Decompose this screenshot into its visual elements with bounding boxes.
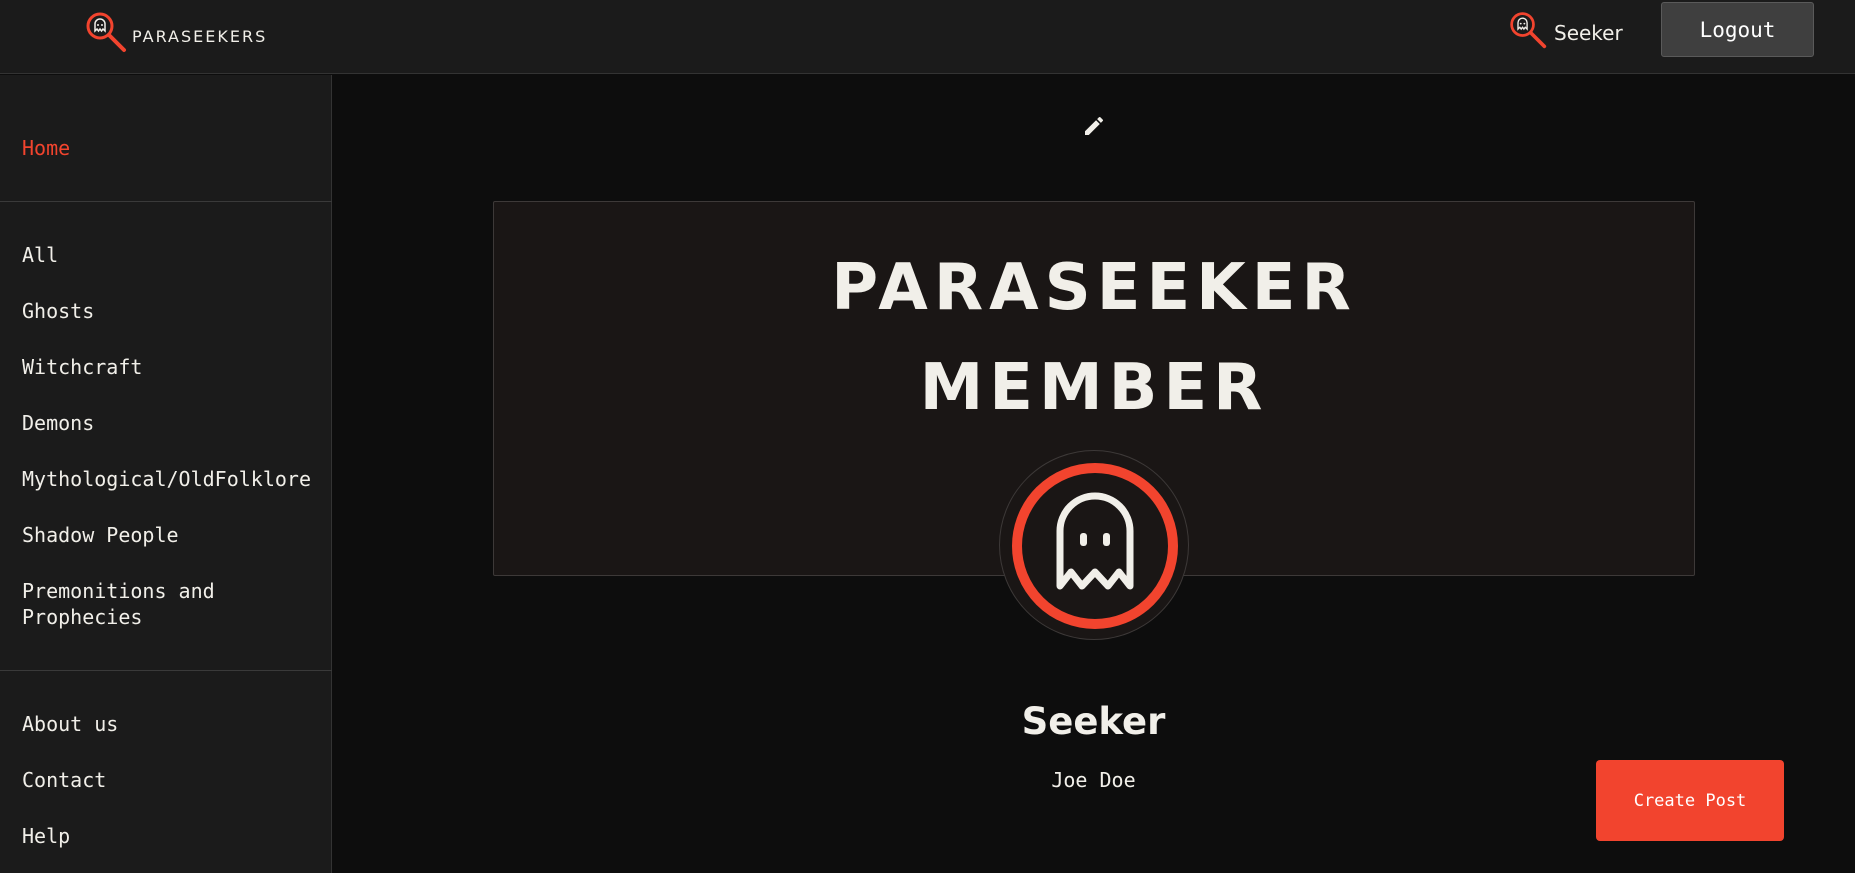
- sidebar-item-all[interactable]: All: [22, 242, 322, 268]
- profile-full-name: Joe Doe: [1051, 768, 1136, 792]
- sidebar-item-ghosts[interactable]: Ghosts: [22, 298, 322, 324]
- create-post-button[interactable]: Create Post: [1596, 760, 1784, 841]
- profile-name: Seeker: [1021, 700, 1166, 743]
- brand-name: PARASEEKERS: [132, 26, 268, 46]
- magnifier-ghost-icon: [1508, 10, 1548, 54]
- banner-line-2: MEMBER: [919, 351, 1269, 425]
- avatar: [999, 450, 1189, 640]
- user-name: Seeker: [1554, 21, 1623, 45]
- sidebar: Home All Ghosts Witchcraft Demons Mythol…: [0, 75, 332, 873]
- sidebar-item-premonitions[interactable]: Premonitions and Prophecies: [22, 578, 252, 630]
- sidebar-item-shadow-people[interactable]: Shadow People: [22, 522, 322, 548]
- magnifier-ghost-icon: [84, 10, 128, 58]
- banner-title: PARASEEKER MEMBER: [494, 238, 1694, 438]
- sidebar-item-demons[interactable]: Demons: [22, 410, 322, 436]
- banner-line-1: PARASEEKER: [831, 251, 1357, 325]
- user-menu[interactable]: Seeker: [1508, 10, 1623, 54]
- sidebar-item-mythological[interactable]: Mythological/OldFolklore: [22, 466, 322, 492]
- brand-logo[interactable]: PARASEEKERS: [84, 10, 267, 58]
- pencil-icon[interactable]: [1082, 114, 1106, 138]
- sidebar-divider: [0, 201, 332, 202]
- logout-button[interactable]: Logout: [1661, 2, 1814, 57]
- sidebar-item-help[interactable]: Help: [22, 823, 322, 849]
- top-header: PARASEEKERS Seeker Logout: [0, 0, 1855, 74]
- sidebar-item-home[interactable]: Home: [22, 135, 322, 161]
- sidebar-item-witchcraft[interactable]: Witchcraft: [22, 354, 322, 380]
- sidebar-divider: [0, 670, 332, 671]
